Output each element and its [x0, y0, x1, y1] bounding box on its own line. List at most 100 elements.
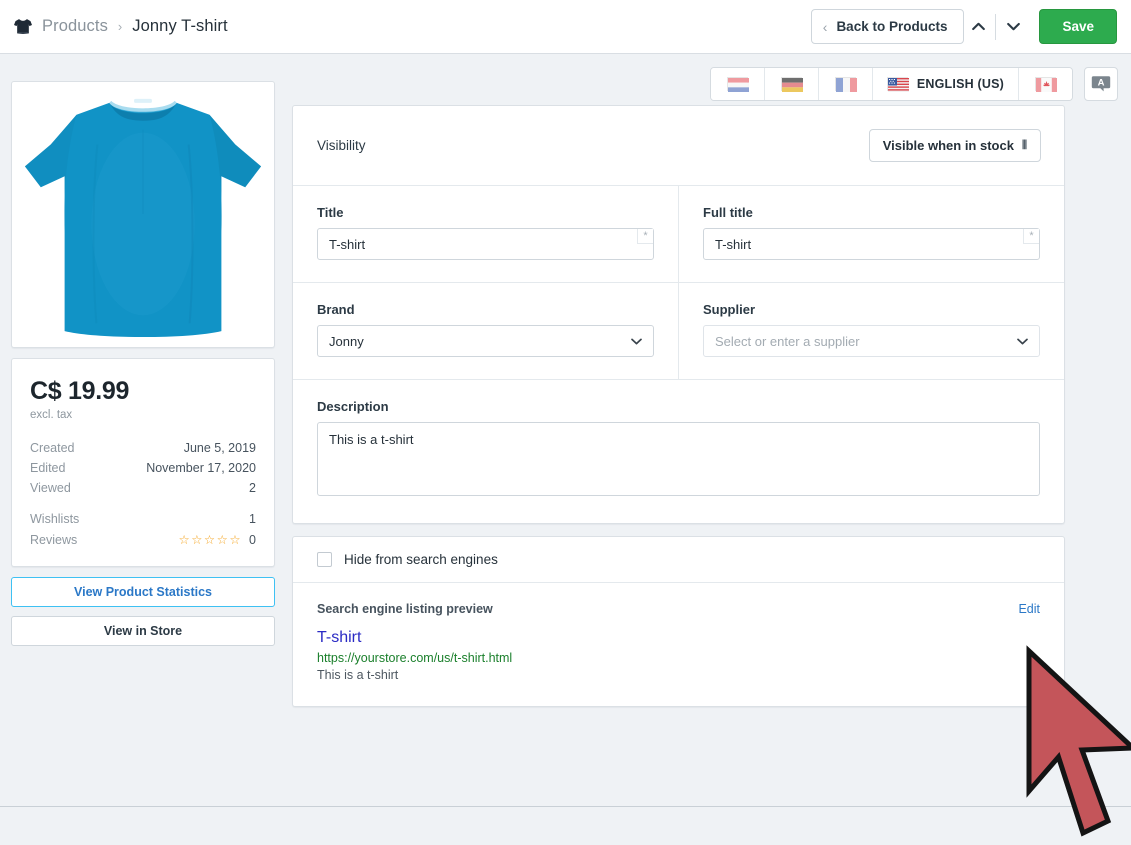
description-label: Description	[317, 399, 389, 414]
product-price: C$ 19.99	[30, 377, 130, 405]
language-option-dutch[interactable]	[710, 68, 765, 100]
view-in-store-label: View in Store	[103, 624, 183, 638]
hide-from-search-engines-row: Hide from search engines	[293, 537, 1064, 582]
title-label: Title	[317, 205, 344, 220]
meta-value-viewed: 2	[249, 481, 256, 495]
svg-text:A: A	[1098, 77, 1105, 88]
preview-google-description: This is a t-shirt	[317, 668, 399, 682]
reviews-count: 0	[249, 533, 256, 547]
full-title-input[interactable]	[703, 228, 1040, 260]
visibility-dropdown-button[interactable]: Visible when in stock ⫴	[868, 129, 1041, 162]
flag-de-icon	[780, 77, 803, 92]
product-image-card[interactable]	[11, 81, 275, 348]
title-field-cell: Title *	[293, 186, 678, 282]
side-button-stack: View Product Statistics View in Store	[11, 577, 275, 646]
footer-divider	[0, 806, 1131, 807]
chevron-down-icon	[631, 334, 642, 348]
top-bar: Products › Jonny T-shirt ‹ Back to Produ…	[0, 0, 1131, 54]
supplier-select[interactable]: Select or enter a supplier	[703, 325, 1040, 357]
save-button-label: Save	[1062, 19, 1094, 34]
back-to-products-button[interactable]: ‹ Back to Products	[810, 9, 965, 44]
arrow-separator	[995, 13, 997, 40]
meta-value-created: June 5, 2019	[183, 441, 256, 455]
table-row: Edited November 17, 2020	[30, 458, 256, 478]
meta-key-wishlists: Wishlists	[30, 512, 80, 526]
seo-card: Hide from search engines Search engine l…	[292, 536, 1065, 707]
title-input[interactable]	[317, 228, 654, 260]
language-option-french[interactable]	[818, 68, 873, 100]
table-row: Viewed 2	[30, 478, 256, 498]
meta-value-reviews: ☆☆☆☆☆ 0	[100, 529, 256, 550]
view-product-statistics-label: View Product Statistics	[73, 585, 212, 599]
language-label-english-us: ENGLISH (US)	[916, 77, 1004, 91]
preview-label: Search engine listing preview	[317, 602, 493, 616]
language-switcher: ENGLISH (US)	[709, 67, 1073, 101]
visibility-caret-icon: ⫴	[1021, 138, 1027, 152]
back-to-products-label: Back to Products	[836, 19, 948, 34]
rating-stars-icon: ☆☆☆☆☆	[178, 533, 243, 547]
view-in-store-button[interactable]: View in Store	[11, 616, 275, 646]
hide-from-search-engines-checkbox[interactable]	[317, 552, 332, 567]
visibility-value: Visible when in stock	[882, 138, 1014, 153]
edit-link[interactable]: Edit	[1018, 602, 1040, 616]
language-option-german[interactable]	[764, 68, 819, 100]
full-title-input-wrap: *	[703, 228, 1040, 260]
product-details-card: Visibility Visible when in stock ⫴ Title…	[292, 105, 1065, 524]
page-title: Jonny T-shirt	[132, 17, 228, 35]
next-product-button[interactable]	[999, 10, 1027, 44]
supplier-placeholder: Select or enter a supplier	[715, 333, 860, 349]
supplier-label: Supplier	[703, 302, 756, 317]
brand-select[interactable]: Jonny	[317, 325, 654, 357]
brand-value: Jonny	[329, 333, 364, 349]
right-column: Visibility Visible when in stock ⫴ Title…	[292, 105, 1065, 707]
meta-key-viewed: Viewed	[30, 481, 71, 495]
table-row: Reviews ☆☆☆☆☆ 0	[30, 529, 256, 550]
brand-supplier-row: Brand Jonny Supplier Select or enter a s…	[293, 282, 1064, 379]
brand-field-cell: Brand Jonny	[293, 283, 678, 379]
meta-value-edited: November 17, 2020	[146, 461, 256, 475]
breadcrumb-separator: ›	[117, 19, 123, 34]
language-option-english-us[interactable]: ENGLISH (US)	[872, 68, 1019, 100]
preview-google-url: https://yourstore.com/us/t-shirt.html	[317, 651, 513, 665]
flag-ca-icon	[1035, 77, 1057, 92]
product-meta-table: Created June 5, 2019 Edited November 17,…	[30, 438, 256, 550]
meta-key-edited: Edited	[30, 461, 66, 475]
meta-key-created: Created	[30, 441, 75, 455]
visibility-label: Visibility	[317, 138, 366, 153]
supplier-field-cell: Supplier Select or enter a supplier	[678, 283, 1064, 379]
title-required-marker: *	[637, 229, 653, 244]
tax-note: excl. tax	[30, 409, 73, 421]
table-row: Created June 5, 2019	[30, 438, 256, 458]
chevron-down-icon	[1017, 334, 1028, 348]
search-engine-listing-preview: Search engine listing preview Edit T-shi…	[293, 582, 1064, 706]
table-row: Wishlists 1	[30, 509, 256, 529]
language-option-canadian[interactable]	[1019, 68, 1072, 100]
table-row-spacer	[30, 498, 256, 509]
full-title-required-marker: *	[1023, 229, 1039, 244]
chevron-down-icon	[1007, 22, 1020, 31]
description-field-cell: Description	[293, 379, 1064, 523]
title-input-wrap: *	[317, 228, 654, 260]
left-column: C$ 19.99 excl. tax Created June 5, 2019 …	[11, 81, 275, 646]
preview-google-title: T-shirt	[317, 629, 362, 646]
meta-key-reviews: Reviews	[30, 532, 78, 547]
flag-us-icon	[886, 77, 909, 92]
flag-nl-icon	[726, 77, 749, 92]
preview-header: Search engine listing preview Edit	[317, 602, 1040, 616]
flag-fr-icon	[834, 77, 857, 92]
translate-button[interactable]: A	[1084, 67, 1118, 101]
translate-icon: A	[1091, 75, 1111, 91]
save-button[interactable]: Save	[1039, 9, 1117, 44]
tshirt-icon	[13, 18, 33, 35]
product-info-card: C$ 19.99 excl. tax Created June 5, 2019 …	[11, 358, 275, 567]
hide-from-search-engines-label: Hide from search engines	[344, 552, 498, 567]
breadcrumb-products-link[interactable]: Products	[42, 17, 108, 36]
view-product-statistics-button[interactable]: View Product Statistics	[11, 577, 275, 607]
previous-product-button[interactable]	[964, 10, 992, 44]
meta-value-wishlists: 1	[249, 512, 256, 526]
chevron-left-icon: ‹	[822, 18, 828, 35]
description-textarea[interactable]	[317, 422, 1040, 496]
full-title-field-cell: Full title *	[678, 186, 1064, 282]
product-image	[15, 85, 271, 344]
visibility-row: Visibility Visible when in stock ⫴	[293, 106, 1064, 185]
